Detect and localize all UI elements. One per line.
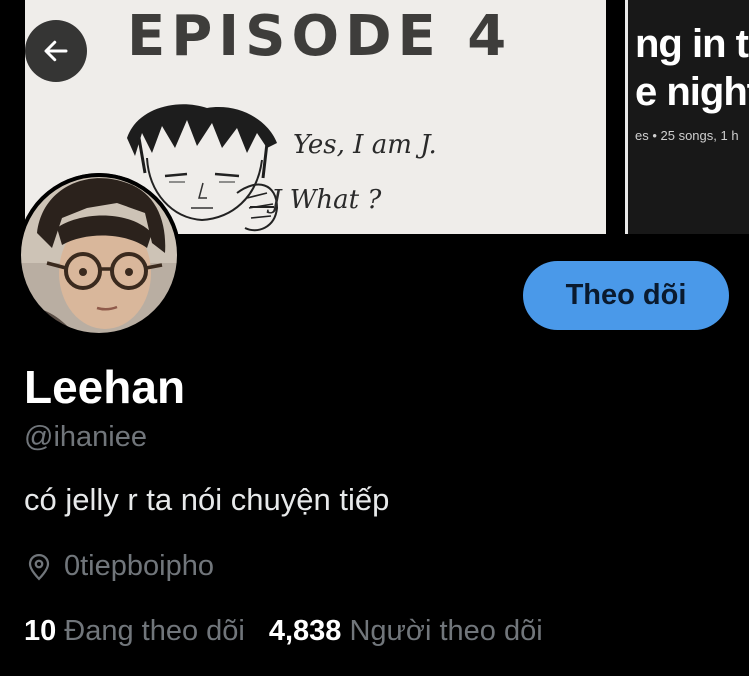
banner-playlist-panel: ng in t e night es • 25 songs, 1 h [625,0,749,234]
follow-button[interactable]: Theo dõi [523,261,729,330]
display-name: Leehan [24,361,186,413]
location-row: 0tiepboipho [24,550,214,583]
avatar[interactable] [17,173,181,337]
follow-stats: 10 Đang theo dõi 4,838 Người theo dõi [24,615,543,648]
playlist-title-line-1: ng in t [635,22,749,66]
panel-edge [625,0,628,234]
user-handle: @ihaniee [24,421,147,453]
followers-label: Người theo dõi [349,615,543,647]
location-text: 0tiepboipho [64,550,214,582]
followers-link[interactable]: 4,838 Người theo dõi [269,615,543,648]
bio: có jelly r ta nói chuyện tiếp [24,482,390,517]
followers-count: 4,838 [268,615,342,647]
speech-line-1: Yes, I am J. [293,130,437,160]
back-button[interactable] [25,20,87,82]
following-link[interactable]: 10 Đang theo dõi [24,615,245,648]
avatar-photo [17,173,181,337]
playlist-meta: es • 25 songs, 1 h [635,128,739,143]
location-pin-icon [28,553,50,580]
following-count: 10 [24,615,57,647]
speech-pointer [250,206,274,208]
playlist-title-line-2: e night [635,70,749,114]
arrow-left-icon [44,40,68,62]
speech-line-2: J What ? [271,185,382,215]
episode-title: EPISODE 4 [127,4,513,69]
following-label: Đang theo dõi [64,615,245,647]
